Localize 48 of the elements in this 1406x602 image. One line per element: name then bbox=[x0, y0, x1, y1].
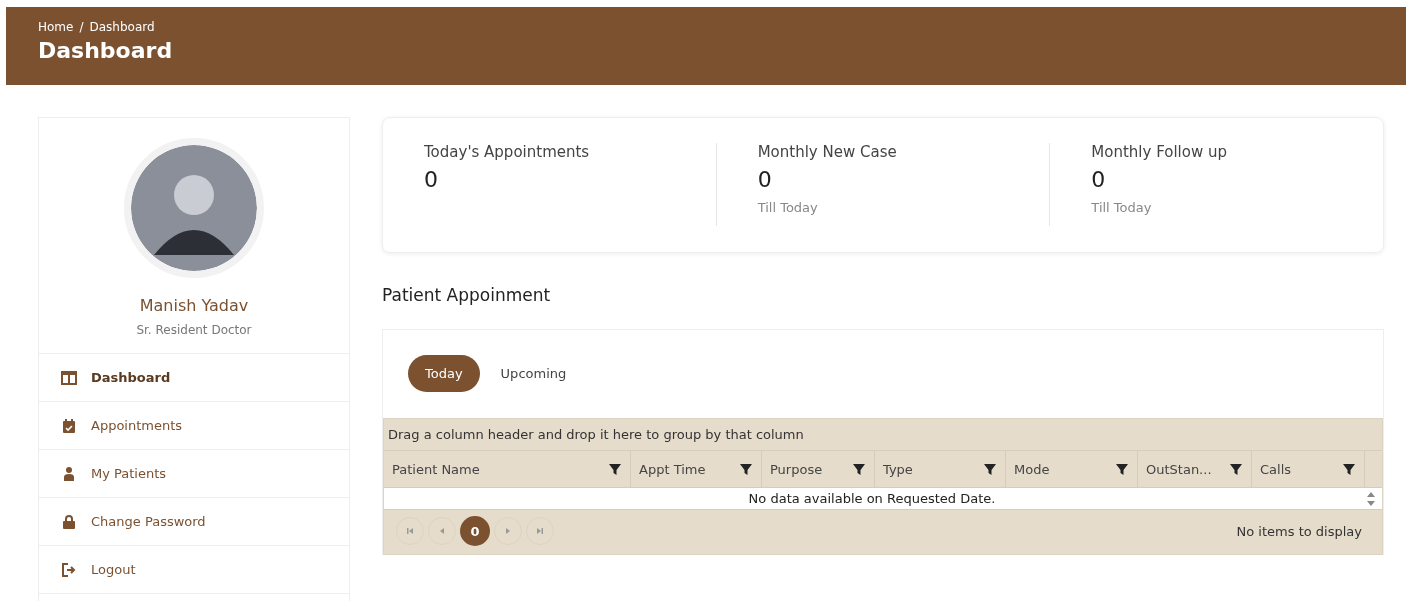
sidebar-item[interactable]: Dashboard bbox=[39, 354, 349, 402]
first-page-icon bbox=[405, 526, 415, 536]
section-title: Patient Appoinment bbox=[382, 285, 552, 305]
stat-value: 0 bbox=[757, 167, 773, 192]
filter-icon[interactable] bbox=[1342, 462, 1356, 476]
sidebar-item[interactable]: My Patients bbox=[39, 450, 349, 498]
sidebar-item[interactable]: Logout bbox=[39, 546, 349, 594]
stat-label: Monthly New Case bbox=[757, 143, 898, 161]
filter-icon[interactable] bbox=[852, 462, 866, 476]
tab[interactable]: Upcoming bbox=[483, 355, 584, 392]
breadcrumb-link[interactable]: Home bbox=[38, 20, 74, 34]
filter-icon[interactable] bbox=[983, 462, 997, 476]
breadcrumb-link[interactable]: Dashboard bbox=[89, 20, 155, 34]
stat-value: 0 bbox=[1091, 167, 1107, 192]
person-icon bbox=[61, 465, 77, 482]
column-header[interactable]: OutStan... bbox=[1146, 461, 1212, 477]
stat-label: Monthly Follow up bbox=[1091, 143, 1229, 161]
stat-label: Today's Appointments bbox=[424, 143, 591, 161]
profile-role: Sr. Resident Doctor bbox=[136, 323, 252, 337]
column-header[interactable]: Calls bbox=[1260, 461, 1292, 477]
stat-value: 0 bbox=[424, 167, 439, 192]
lock-icon bbox=[61, 513, 77, 530]
filter-icon[interactable] bbox=[1115, 462, 1129, 476]
column-header[interactable]: Patient Name bbox=[392, 461, 480, 477]
column-header[interactable]: Appt Time bbox=[639, 461, 706, 477]
pager-info: No items to display bbox=[1236, 523, 1362, 539]
column-header[interactable]: Mode bbox=[1014, 461, 1050, 477]
breadcrumb-separator: / bbox=[79, 20, 84, 34]
calendar-icon bbox=[61, 417, 77, 434]
sidebar-item[interactable]: Change Password bbox=[39, 498, 349, 546]
sidebar-item[interactable]: Appointments bbox=[39, 402, 349, 450]
stat-note: Till Today bbox=[1091, 200, 1153, 215]
logout-icon bbox=[61, 561, 77, 578]
stat-note: Till Today bbox=[757, 200, 819, 215]
profile-name: Manish Yadav bbox=[139, 296, 249, 315]
person-silhouette-icon bbox=[131, 145, 257, 271]
filter-icon[interactable] bbox=[739, 462, 753, 476]
column-header[interactable]: Purpose bbox=[770, 461, 823, 477]
tab[interactable]: Today bbox=[408, 355, 480, 392]
filter-icon[interactable] bbox=[1229, 462, 1243, 476]
group-drop-hint: Drag a column header and drop it here to group by that column bbox=[384, 419, 1382, 451]
empty-message: No data available on Requested Date. bbox=[747, 491, 997, 506]
last-page-icon bbox=[535, 526, 545, 536]
page-button[interactable]: 0 bbox=[460, 516, 490, 546]
page-title: Dashboard bbox=[38, 38, 174, 63]
layout-icon bbox=[61, 369, 77, 386]
column-header[interactable]: Type bbox=[883, 461, 913, 477]
filter-icon[interactable] bbox=[608, 462, 622, 476]
